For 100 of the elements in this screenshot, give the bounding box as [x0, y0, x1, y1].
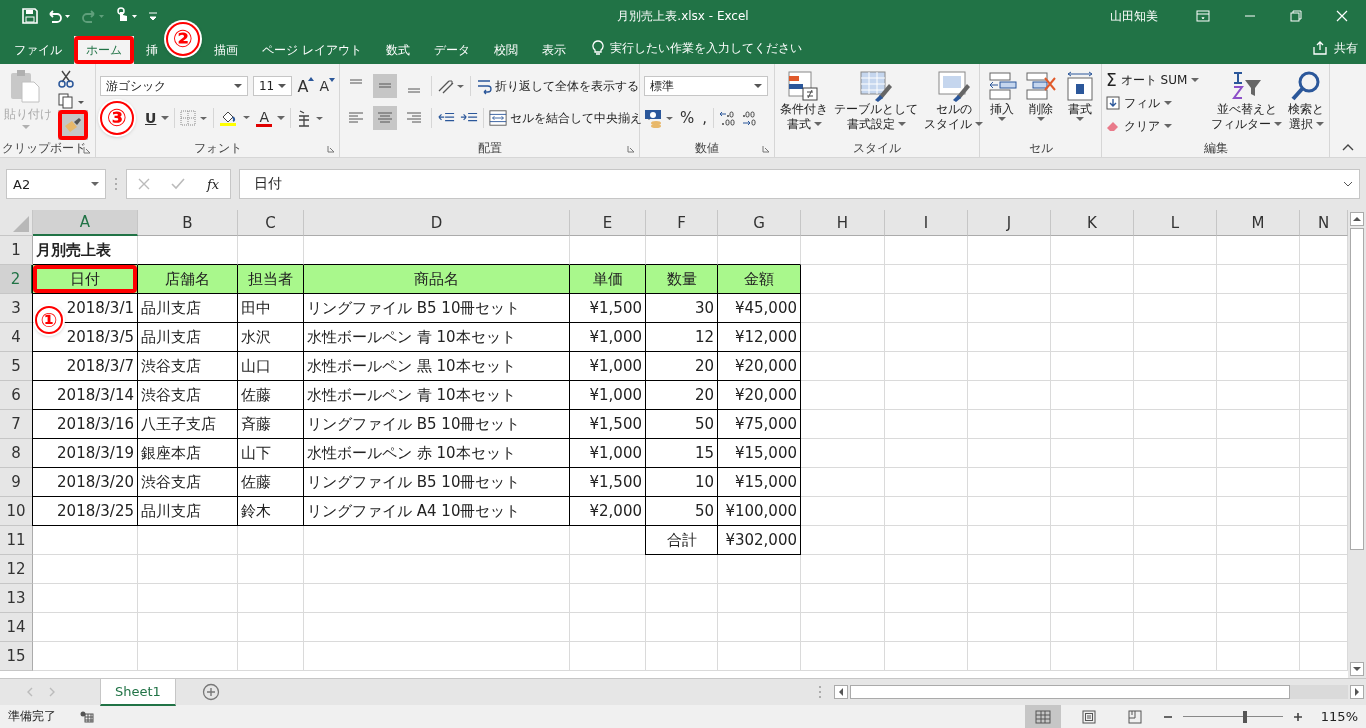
ribbon-display-icon[interactable] [1196, 10, 1210, 22]
column-header[interactable]: F [646, 210, 718, 236]
borders-icon[interactable] [180, 110, 209, 126]
row-header[interactable]: 5 [0, 352, 33, 381]
row-header[interactable]: 7 [0, 410, 33, 439]
decrease-font-button[interactable]: A [319, 78, 335, 94]
column-header[interactable]: I [885, 210, 968, 236]
collapse-ribbon-icon[interactable] [1342, 143, 1354, 151]
row-header[interactable]: 9 [0, 468, 33, 497]
dialog-launcher-icon[interactable] [83, 146, 91, 154]
scroll-left-icon[interactable] [833, 685, 848, 699]
share-button[interactable]: 共有 [1312, 32, 1366, 64]
add-sheet-icon[interactable] [201, 683, 220, 701]
column-header[interactable]: M [1217, 210, 1300, 236]
font-name-dropdown[interactable]: 游ゴシック [100, 76, 248, 96]
row-header[interactable]: 13 [0, 584, 33, 613]
column-header[interactable]: A [33, 210, 138, 236]
column-header[interactable]: D [304, 210, 570, 236]
row-header[interactable]: 14 [0, 613, 33, 642]
close-icon[interactable] [1336, 10, 1348, 22]
underline-button[interactable]: U [145, 110, 157, 126]
caret-icon[interactable] [161, 115, 170, 121]
style-button[interactable]: セルの スタイル [923, 70, 984, 132]
row-header[interactable]: 3 [0, 294, 33, 323]
row-header[interactable]: 6 [0, 381, 33, 410]
sort-filter-button[interactable]: 並べ替えと フィルター [1210, 70, 1283, 132]
cells-button[interactable]: 書式 [1062, 70, 1097, 122]
row-header[interactable]: 2 [0, 265, 33, 294]
formula-field[interactable]: 日付 [239, 169, 1360, 199]
orientation-icon[interactable] [437, 77, 465, 95]
dialog-launcher-icon[interactable] [327, 145, 335, 153]
column-header[interactable]: N [1300, 210, 1348, 236]
format-painter-button[interactable] [58, 110, 88, 140]
style-button[interactable]: テーブルとして 書式設定 [833, 70, 919, 132]
row-header[interactable]: 4 [0, 323, 33, 352]
clear-button[interactable]: クリア [1106, 116, 1206, 136]
font-color-button[interactable]: A [256, 109, 272, 127]
macro-record-icon[interactable] [80, 710, 94, 723]
increase-decimal-icon[interactable] [718, 109, 737, 127]
cells-button[interactable]: 削除 [1023, 70, 1058, 122]
dialog-launcher-icon[interactable] [627, 145, 635, 153]
row-header[interactable]: 10 [0, 497, 33, 526]
font-size-dropdown[interactable]: 11 [252, 76, 293, 96]
column-header[interactable]: L [1134, 210, 1217, 236]
row-header[interactable]: 15 [0, 642, 33, 671]
column-header[interactable]: G [718, 210, 801, 236]
column-header[interactable]: C [238, 210, 304, 236]
name-box[interactable]: A2 [6, 169, 106, 199]
user-name[interactable]: 山田知美 [1110, 7, 1158, 25]
row-header[interactable]: 1 [0, 236, 33, 265]
ribbon-tab[interactable]: 校閲 [481, 36, 530, 64]
column-header[interactable]: E [570, 210, 646, 236]
zoom-slider-thumb[interactable] [1242, 710, 1247, 723]
caret-icon[interactable] [276, 115, 285, 121]
empty-cell [646, 642, 718, 671]
normal-view-button[interactable] [1024, 705, 1061, 728]
decrease-decimal-icon[interactable] [740, 109, 759, 127]
zoom-in-icon[interactable] [1292, 711, 1303, 722]
ribbon-tab[interactable]: ホーム [74, 36, 134, 64]
dialog-launcher-icon[interactable] [762, 145, 770, 153]
column-header[interactable]: B [138, 210, 238, 236]
undo-icon[interactable] [46, 8, 72, 24]
table-cell: ¥15,000 [718, 439, 801, 468]
ribbon-tab[interactable]: 数式 [373, 36, 422, 64]
ribbon-tab[interactable]: 描画 [202, 36, 250, 64]
zoom-level[interactable]: 115% [1320, 709, 1358, 724]
fill-button[interactable]: フィル [1106, 93, 1206, 113]
restore-icon[interactable] [1290, 10, 1302, 22]
percent-button[interactable]: % [678, 109, 697, 127]
number-format-dropdown[interactable]: 標準 [644, 76, 768, 96]
save-icon[interactable] [22, 8, 38, 24]
ribbon-tab[interactable]: ページ レイアウト [250, 36, 374, 64]
ribbon-tab[interactable]: データ [421, 36, 482, 64]
autosum-button[interactable]: Σ オート SUM [1106, 70, 1206, 90]
style-button[interactable]: 条件付き 書式 [779, 70, 829, 132]
row-header[interactable]: 8 [0, 439, 33, 468]
increase-font-button[interactable]: A [297, 76, 315, 96]
wrap-text-button[interactable]: 折り返して全体を表示する [476, 77, 639, 95]
tell-me-field[interactable]: 実行したい作業を入力してください [609, 41, 840, 55]
cut-icon[interactable] [58, 70, 74, 88]
column-header[interactable]: H [801, 210, 885, 236]
insert-function-button[interactable]: fx [207, 176, 220, 192]
fill-color-icon[interactable] [219, 109, 252, 127]
ribbon-tab[interactable]: ファイル [2, 36, 74, 64]
scroll-right-icon[interactable] [1349, 685, 1364, 699]
column-header[interactable]: K [1051, 210, 1134, 236]
sheet-tab[interactable]: Sheet1 [100, 678, 176, 706]
find-select-button[interactable]: 検索と 選択 [1287, 70, 1325, 132]
vertical-scrollbar-thumb[interactable] [1350, 228, 1364, 550]
comma-button[interactable]: , [700, 109, 710, 127]
scroll-down-icon[interactable] [1350, 662, 1364, 676]
ribbon-tab[interactable]: 表示 [529, 36, 578, 64]
column-header[interactable]: J [968, 210, 1051, 236]
row-header[interactable]: 12 [0, 555, 33, 584]
caret-icon [975, 122, 983, 127]
scroll-up-icon[interactable] [1350, 212, 1364, 226]
cells-button[interactable]: 挿入 [984, 70, 1019, 122]
row-header[interactable]: 11 [0, 526, 33, 555]
copy-icon[interactable] [58, 93, 86, 109]
currency-icon[interactable] [644, 108, 674, 128]
